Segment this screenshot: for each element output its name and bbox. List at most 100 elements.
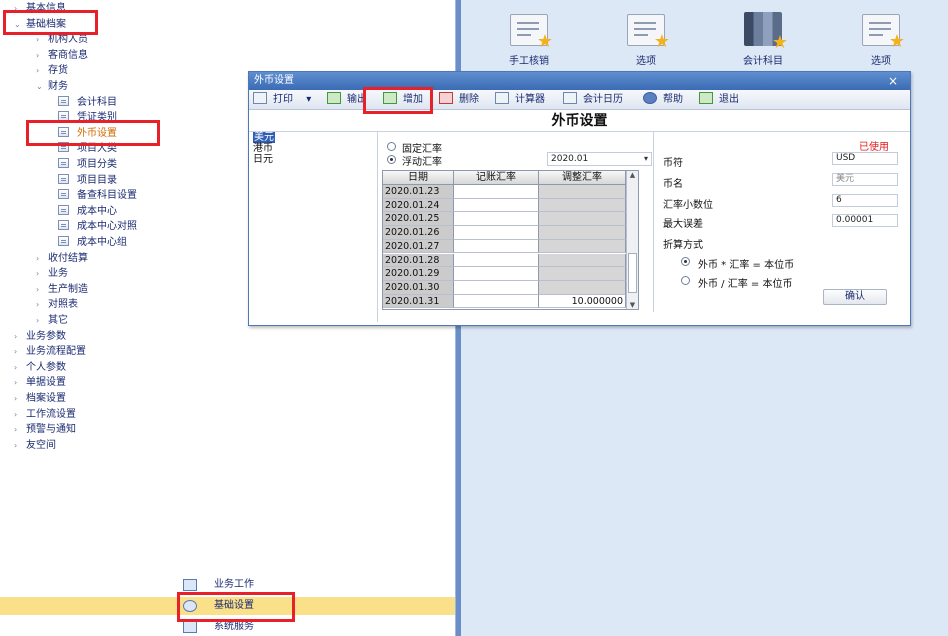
desktop-icon-options-2[interactable]: ★ 选项 [841,14,921,67]
table-row: 2020.01.29 [383,267,638,281]
period-value: 2020.01 [551,154,589,164]
tree-item-label: 会计科目 [77,96,117,108]
chevron-right-icon[interactable]: › [14,422,26,437]
tree-item[interactable]: 会计科目 [58,95,117,110]
scroll-up-icon[interactable]: ▲ [627,171,638,179]
chevron-right-icon[interactable]: › [36,297,48,312]
calculator-label: 计算器 [515,94,545,105]
period-select[interactable]: 2020.01 ▾ [547,152,652,166]
tree-item[interactable]: › 档案设置 [14,391,66,406]
dialog-title-bar[interactable]: 外币设置 × [249,72,910,90]
tree-item[interactable]: › 存货 [36,63,68,78]
scroll-down-icon[interactable]: ▼ [627,301,638,309]
chevron-right-icon[interactable]: › [14,438,26,453]
chevron-right-icon[interactable]: › [36,48,48,63]
confirm-button[interactable]: 确认 [823,289,887,305]
grid-cell-book-rate[interactable] [454,239,539,254]
currency-symbol-input[interactable]: USD [832,152,898,165]
chevron-down-icon[interactable]: ▾ [306,94,311,105]
tree-item[interactable]: › 友空间 [14,438,56,453]
chevron-right-icon[interactable]: › [36,266,48,281]
chevron-right-icon[interactable]: › [36,282,48,297]
max-error-input[interactable]: 0.00001 [832,214,898,227]
rate-decimals-input[interactable]: 6 [832,194,898,207]
tree-item-label: 存货 [48,65,68,77]
grid-scrollbar[interactable]: ▲ ▼ [626,171,638,309]
tree-item[interactable]: › 对照表 [36,297,78,312]
grid-cell-book-rate[interactable] [454,294,539,309]
desktop-icon-label: 手工核销 [509,56,549,67]
grid-cell-book-rate[interactable] [454,212,539,227]
chevron-right-icon[interactable]: › [36,63,48,78]
chevron-right-icon[interactable]: › [14,344,26,359]
tree-item[interactable]: › 收付结算 [36,251,88,266]
printer-icon [253,92,267,104]
desktop-icon-manual-writeoff[interactable]: ★ 手工核销 [489,14,569,67]
method-divide-radio[interactable] [681,276,690,285]
chevron-right-icon[interactable]: › [36,313,48,328]
delete-button[interactable]: 删除 [439,90,479,110]
fixed-rate-radio[interactable] [387,142,396,151]
tree-item[interactable]: › 客商信息 [36,48,88,63]
chevron-down-icon[interactable]: ⌄ [36,79,48,94]
exit-icon [699,92,713,104]
calculator-button[interactable]: 计算器 [495,90,545,110]
grid-cell-adjust-rate[interactable] [539,280,626,295]
chevron-right-icon[interactable]: › [14,329,26,344]
tree-item[interactable]: › 业务参数 [14,329,66,344]
tree-item[interactable]: ⌄ 财务 [36,79,68,94]
tree-item[interactable]: › 生产制造 [36,282,88,297]
tree-item[interactable]: › 预警与通知 [14,422,76,437]
accounting-calendar-button[interactable]: 会计日历 [563,90,623,110]
tree-item[interactable]: › 业务流程配置 [14,344,86,359]
method-multiply-radio[interactable] [681,257,690,266]
currency-name: 日元 [253,154,273,165]
currency-name-input[interactable]: 美元 [832,173,898,186]
desktop-icon-accounting-subjects[interactable]: ★ 会计科目 [723,12,803,67]
grid-cell-adjust-rate[interactable] [539,212,626,227]
grid-cell-adjust-rate[interactable] [539,239,626,254]
export-button[interactable]: 输出 [327,90,367,110]
tree-item[interactable]: › 工作流设置 [14,407,76,422]
print-button[interactable]: 打印 ▾ [253,90,311,110]
tree-item[interactable]: 成本中心对照 [58,219,137,234]
exit-button[interactable]: 退出 [699,90,739,110]
grid-cell-adjust-rate[interactable]: 10.000000 [539,294,626,309]
document-icon: ★ [862,14,905,51]
chevron-right-icon[interactable]: › [14,407,26,422]
tree-item[interactable]: › 其它 [36,313,68,328]
delete-label: 删除 [459,94,479,105]
grid-cell-adjust-rate[interactable] [539,267,626,281]
tree-item[interactable]: › 业务 [36,266,68,281]
floating-rate-radio[interactable] [387,155,396,164]
tree-item[interactable]: 备查科目设置 [58,188,137,203]
tree-item[interactable]: 成本中心组 [58,235,127,250]
currency-list-item[interactable]: 日元 [251,154,377,165]
grid-cell-book-rate[interactable] [454,226,539,240]
grid-cell-adjust-rate[interactable] [539,185,626,199]
chevron-right-icon[interactable]: › [14,375,26,390]
grid-cell-book-rate[interactable] [454,253,539,268]
tree-item[interactable]: 项目分类 [58,157,117,172]
chevron-right-icon[interactable]: › [14,360,26,375]
help-button[interactable]: 帮助 [643,90,683,110]
grid-cell-adjust-rate[interactable] [539,226,626,240]
tree-item[interactable]: 成本中心 [58,204,117,219]
grid-cell-adjust-rate[interactable] [539,253,626,268]
tree-item[interactable]: › 个人参数 [14,360,66,375]
grid-cell-book-rate[interactable] [454,185,539,199]
grid-cell-adjust-rate[interactable] [539,198,626,213]
scroll-thumb[interactable] [628,253,637,293]
form-icon [58,158,69,168]
grid-cell-book-rate[interactable] [454,198,539,213]
currency-list-item[interactable]: 美元 [251,132,377,143]
chevron-right-icon[interactable]: › [36,251,48,266]
chevron-right-icon[interactable]: › [14,391,26,406]
tree-item[interactable]: 项目目录 [58,173,117,188]
currency-list-item[interactable]: 港币 [251,143,377,154]
tree-item[interactable]: › 单据设置 [14,375,66,390]
desktop-icon-options-1[interactable]: ★ 选项 [606,14,686,67]
close-icon[interactable]: × [888,72,898,90]
grid-cell-book-rate[interactable] [454,280,539,295]
grid-cell-book-rate[interactable] [454,267,539,281]
